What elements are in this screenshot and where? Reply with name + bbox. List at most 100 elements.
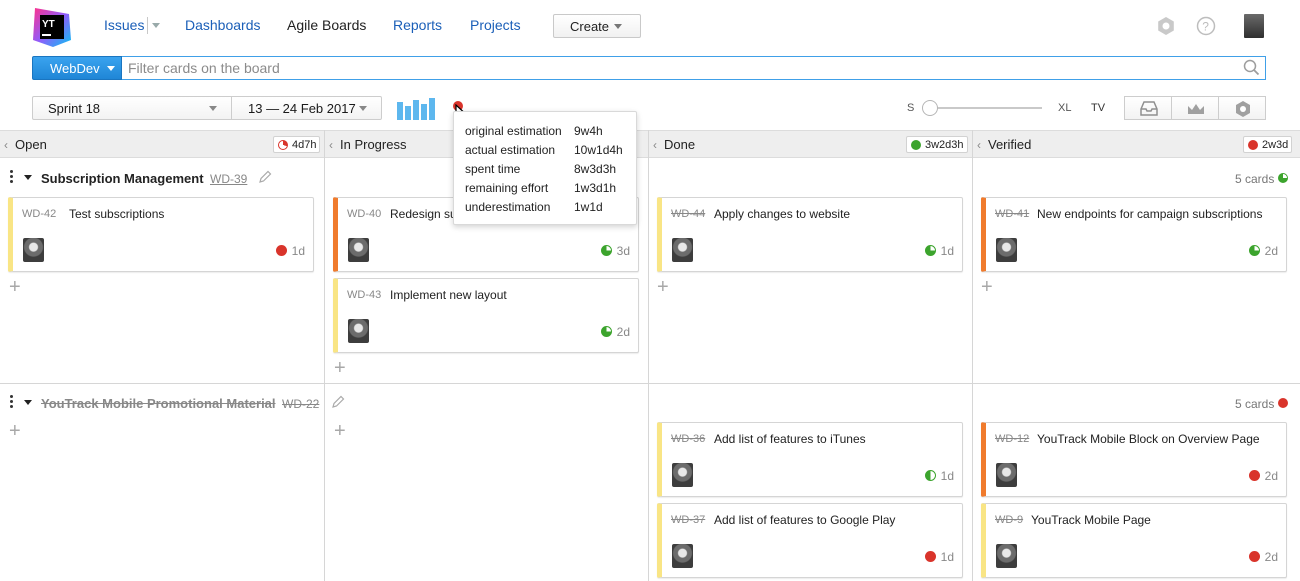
add-card-icon[interactable]: + (334, 358, 346, 378)
top-navigation: YT Issues Dashboards Agile Boards Report… (0, 0, 1300, 52)
sprint-selector[interactable]: Sprint 18 (32, 96, 232, 120)
swimlane-drag-handle[interactable] (10, 170, 14, 185)
add-card-icon[interactable]: + (9, 277, 21, 297)
column-header-verified[interactable]: ‹ Verified 2w3d (973, 130, 1300, 158)
chart-button[interactable] (1171, 96, 1219, 120)
collapse-swimlane-icon[interactable] (24, 175, 32, 180)
add-card-icon[interactable]: + (334, 421, 346, 441)
card-estimate: 2d (1248, 469, 1278, 483)
issue-card[interactable]: WD-41 New endpoints for campaign subscri… (981, 197, 1287, 272)
chevron-down-icon (107, 66, 115, 71)
card-title[interactable]: Redesign su (390, 207, 457, 221)
backlog-button[interactable] (1124, 96, 1172, 120)
estimate-status-icon (1248, 551, 1260, 562)
issue-card[interactable]: WD-9 YouTrack Mobile Page 2d (981, 503, 1287, 578)
add-card-icon[interactable]: + (657, 277, 669, 297)
estimate-status-icon (1248, 140, 1258, 150)
swimlane-issue-id[interactable]: WD-39 (210, 172, 247, 186)
card-title[interactable]: Add list of features to iTunes (714, 432, 866, 446)
issue-card[interactable]: WD-43 Implement new layout 2d (333, 278, 639, 353)
edit-pencil-icon[interactable] (258, 170, 272, 187)
assignee-avatar[interactable] (996, 463, 1017, 487)
swimlane-title[interactable]: YouTrack Mobile Promotional Material (41, 396, 276, 411)
card-title[interactable]: Implement new layout (390, 288, 507, 302)
card-issue-id[interactable]: WD-44 (671, 208, 705, 220)
nav-agile-boards[interactable]: Agile Boards (287, 17, 366, 33)
collapse-column-icon[interactable]: ‹ (977, 138, 981, 152)
collapse-column-icon[interactable]: ‹ (4, 138, 8, 152)
card-title[interactable]: YouTrack Mobile Page (1031, 513, 1151, 527)
assignee-avatar[interactable] (672, 544, 693, 568)
nav-issues[interactable]: Issues (104, 17, 144, 33)
card-issue-id[interactable]: WD-9 (995, 514, 1023, 526)
column-header-done[interactable]: ‹ Done 3w2d3h (649, 130, 972, 158)
card-title[interactable]: Add list of features to Google Play (714, 513, 895, 527)
search-icon[interactable] (1243, 59, 1260, 79)
column-name: Done (664, 137, 696, 152)
column-header-open[interactable]: ‹ Open 4d7h (0, 130, 324, 158)
column-divider (648, 130, 649, 581)
issue-card[interactable]: WD-36 Add list of features to iTunes 1d (657, 422, 963, 497)
issue-card[interactable]: WD-12 YouTrack Mobile Block on Overview … (981, 422, 1287, 497)
slider-thumb[interactable] (922, 100, 938, 116)
column-estimate-badge[interactable]: 4d7h (273, 136, 321, 153)
filter-cards-input[interactable] (122, 56, 1266, 80)
issue-card[interactable]: WD-42 Test subscriptions 1d (8, 197, 314, 272)
assignee-avatar[interactable] (996, 238, 1017, 262)
swimlane-drag-handle[interactable] (10, 395, 14, 410)
assignee-avatar[interactable] (23, 238, 44, 262)
tv-mode-toggle[interactable]: TV (1091, 102, 1105, 114)
sprint-dates-label: 13 — 24 Feb 2017 (248, 101, 356, 116)
swimlane-title[interactable]: Subscription Management (41, 171, 204, 186)
nav-separator (147, 17, 148, 34)
assignee-avatar[interactable] (348, 238, 369, 262)
estimate-status-icon (600, 245, 612, 256)
column-name: Open (15, 137, 47, 152)
board-settings-button[interactable] (1218, 96, 1266, 120)
collapse-column-icon[interactable]: ‹ (329, 138, 333, 152)
column-estimate-badge[interactable]: 2w3d (1243, 136, 1293, 153)
assignee-avatar[interactable] (996, 544, 1017, 568)
column-name: In Progress (340, 137, 407, 152)
card-issue-id[interactable]: WD-37 (671, 514, 705, 526)
svg-text:YT: YT (42, 19, 55, 30)
youtrack-logo[interactable]: YT (31, 6, 73, 48)
card-issue-id[interactable]: WD-12 (995, 433, 1029, 445)
card-title[interactable]: Test subscriptions (69, 207, 164, 221)
card-size-slider[interactable] (922, 99, 1044, 117)
card-issue-id[interactable]: WD-40 (347, 208, 381, 220)
estimate-status-icon (924, 551, 936, 562)
nav-projects[interactable]: Projects (470, 17, 521, 33)
add-card-icon[interactable]: + (981, 277, 993, 297)
user-avatar[interactable] (1244, 14, 1264, 38)
help-icon[interactable]: ? (1196, 16, 1216, 39)
nav-reports[interactable]: Reports (393, 17, 442, 33)
swimlane-issue-id[interactable]: WD-22 (282, 397, 319, 411)
nav-dashboards[interactable]: Dashboards (185, 17, 261, 33)
card-estimate: 2d (1248, 244, 1278, 258)
issue-card[interactable]: WD-37 Add list of features to Google Pla… (657, 503, 963, 578)
issue-card[interactable]: WD-44 Apply changes to website 1d (657, 197, 963, 272)
card-issue-id[interactable]: WD-41 (995, 208, 1029, 220)
assignee-avatar[interactable] (348, 319, 369, 343)
column-estimate-badge[interactable]: 3w2d3h (906, 136, 968, 153)
card-title[interactable]: YouTrack Mobile Block on Overview Page (1037, 432, 1260, 446)
collapse-swimlane-icon[interactable] (24, 400, 32, 405)
collapse-column-icon[interactable]: ‹ (653, 138, 657, 152)
card-title[interactable]: Apply changes to website (714, 207, 850, 221)
sprint-dates-selector[interactable]: 13 — 24 Feb 2017 (231, 96, 382, 120)
card-issue-id[interactable]: WD-43 (347, 289, 381, 301)
add-card-icon[interactable]: + (9, 421, 21, 441)
settings-icon[interactable] (1156, 16, 1176, 39)
card-issue-id[interactable]: WD-42 (22, 208, 56, 220)
estimate-status-icon (911, 140, 921, 150)
assignee-avatar[interactable] (672, 238, 693, 262)
assignee-avatar[interactable] (672, 463, 693, 487)
board-selector[interactable]: WebDev (32, 56, 122, 80)
burndown-chart-icon[interactable] (397, 96, 437, 123)
edit-pencil-icon[interactable] (331, 395, 345, 412)
issues-dropdown-icon[interactable] (152, 23, 160, 28)
card-title[interactable]: New endpoints for campaign subscriptions (1037, 207, 1262, 221)
create-button[interactable]: Create (553, 14, 641, 38)
card-issue-id[interactable]: WD-36 (671, 433, 705, 445)
